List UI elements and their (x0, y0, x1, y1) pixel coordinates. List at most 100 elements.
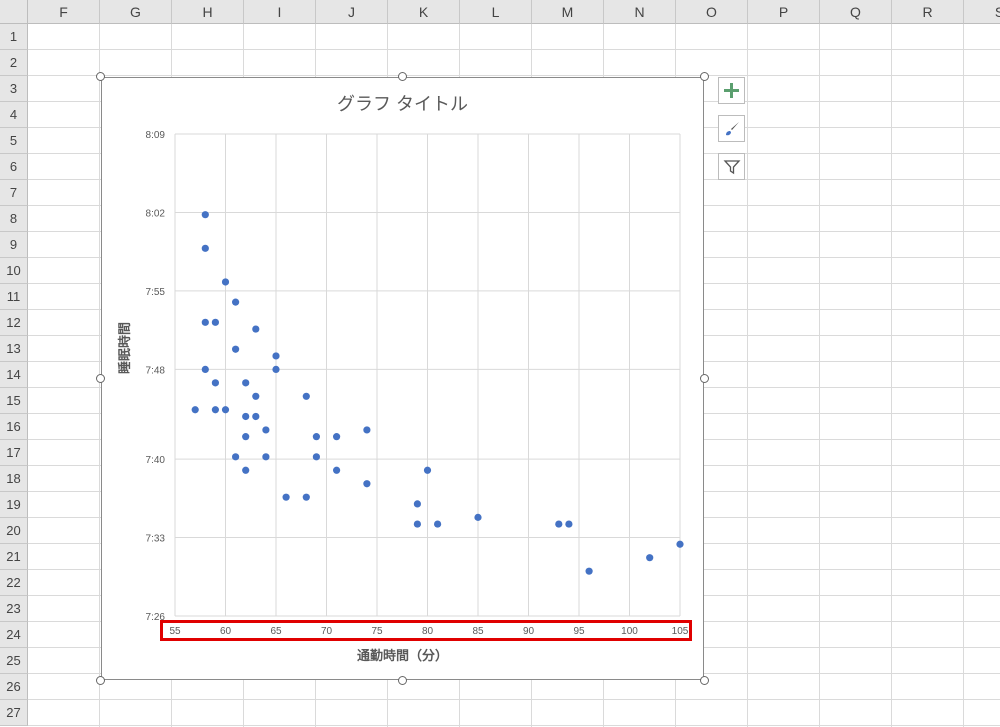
row-header[interactable]: 4 (0, 102, 28, 128)
resize-handle-bottom-right[interactable] (700, 676, 709, 685)
column-header[interactable]: R (892, 0, 964, 24)
data-point[interactable] (333, 466, 341, 474)
row-header[interactable]: 2 (0, 50, 28, 76)
row-header[interactable]: 5 (0, 128, 28, 154)
row-header[interactable]: 13 (0, 336, 28, 362)
data-point[interactable] (201, 244, 209, 252)
row-header[interactable]: 8 (0, 206, 28, 232)
select-all-corner[interactable] (0, 0, 28, 24)
scatter-chart[interactable]: グラフ タイトル 55 60 65 70 75 80 85 90 95 100 105 7:26 7:3… (101, 77, 704, 680)
column-header[interactable]: J (316, 0, 388, 24)
data-point[interactable] (262, 426, 270, 434)
column-header[interactable]: G (100, 0, 172, 24)
data-point[interactable] (242, 433, 250, 441)
column-header[interactable]: K (388, 0, 460, 24)
column-header[interactable]: S (964, 0, 1000, 24)
data-point[interactable] (646, 554, 654, 562)
row-header[interactable]: 3 (0, 76, 28, 102)
row-header[interactable]: 12 (0, 310, 28, 336)
column-header[interactable]: M (532, 0, 604, 24)
resize-handle-middle-right[interactable] (700, 374, 709, 383)
data-point[interactable] (423, 466, 432, 474)
column-header[interactable]: H (172, 0, 244, 24)
data-point[interactable] (312, 433, 320, 441)
data-point[interactable] (282, 493, 290, 501)
data-point[interactable] (242, 466, 250, 474)
column-header[interactable]: I (244, 0, 316, 24)
row-header[interactable]: 17 (0, 440, 28, 466)
data-point[interactable] (232, 298, 240, 306)
data-point[interactable] (201, 211, 209, 219)
data-point[interactable] (211, 318, 219, 326)
data-point[interactable] (262, 453, 270, 461)
data-point[interactable] (302, 493, 310, 501)
resize-handle-top-right[interactable] (700, 72, 709, 81)
data-point[interactable] (211, 406, 219, 414)
row-header[interactable]: 6 (0, 154, 28, 180)
data-point[interactable] (211, 379, 219, 387)
data-point[interactable] (232, 453, 240, 461)
data-point[interactable] (312, 453, 320, 461)
row-header[interactable]: 27 (0, 700, 28, 726)
column-header[interactable]: N (604, 0, 676, 24)
row-header[interactable]: 1 (0, 24, 28, 50)
data-point[interactable] (191, 406, 199, 414)
row-header[interactable]: 9 (0, 232, 28, 258)
resize-handle-bottom-center[interactable] (398, 676, 407, 685)
chart-elements-button[interactable] (718, 77, 745, 104)
column-header[interactable]: P (748, 0, 820, 24)
row-header[interactable]: 19 (0, 492, 28, 518)
row-header[interactable]: 22 (0, 570, 28, 596)
data-point[interactable] (363, 426, 371, 434)
data-point[interactable] (434, 520, 442, 528)
data-point[interactable] (221, 278, 230, 286)
data-point[interactable] (413, 520, 421, 528)
data-point[interactable] (363, 480, 371, 488)
data-point[interactable] (302, 392, 310, 400)
data-point[interactable] (252, 392, 260, 400)
row-header[interactable]: 26 (0, 674, 28, 700)
row-header[interactable]: 21 (0, 544, 28, 570)
data-point[interactable] (272, 365, 280, 373)
data-point[interactable] (242, 412, 250, 421)
data-point[interactable] (413, 500, 421, 508)
row-header[interactable]: 25 (0, 648, 28, 674)
resize-handle-top-left[interactable] (96, 72, 105, 81)
data-point[interactable] (232, 345, 240, 353)
data-point[interactable] (252, 412, 260, 421)
data-point[interactable] (201, 365, 209, 373)
data-point[interactable] (252, 325, 260, 333)
row-header[interactable]: 15 (0, 388, 28, 414)
column-header[interactable]: Q (820, 0, 892, 24)
column-header[interactable]: F (28, 0, 100, 24)
data-point[interactable] (676, 540, 684, 548)
row-header[interactable]: 23 (0, 596, 28, 622)
resize-handle-middle-left[interactable] (96, 374, 105, 383)
row-header[interactable]: 18 (0, 466, 28, 492)
resize-handle-bottom-left[interactable] (96, 676, 105, 685)
row-header[interactable]: 24 (0, 622, 28, 648)
data-point[interactable] (585, 567, 593, 575)
data-point[interactable] (555, 520, 563, 528)
data-point[interactable] (565, 520, 573, 528)
row-header[interactable]: 11 (0, 284, 28, 310)
row-header[interactable]: 7 (0, 180, 28, 206)
row-header[interactable]: 14 (0, 362, 28, 388)
data-point[interactable] (201, 318, 209, 326)
data-point[interactable] (272, 352, 280, 360)
column-header[interactable]: O (676, 0, 748, 24)
row-header[interactable]: 16 (0, 414, 28, 440)
data-point[interactable] (474, 513, 482, 521)
chart-filters-button[interactable] (718, 153, 745, 180)
row-header[interactable]: 20 (0, 518, 28, 544)
row-header[interactable]: 10 (0, 258, 28, 284)
resize-handle-top-center[interactable] (398, 72, 407, 81)
plot-area[interactable]: 55 60 65 70 75 80 85 90 95 100 1057:267:337:407:48… (102, 78, 703, 679)
data-point[interactable] (333, 433, 341, 441)
column-header[interactable]: L (460, 0, 532, 24)
y-axis-title[interactable]: 睡眠時間 (114, 322, 133, 374)
data-point[interactable] (242, 379, 250, 387)
chart-styles-button[interactable] (718, 115, 745, 142)
x-axis-title[interactable]: 通勤時間（分） (102, 645, 703, 664)
data-point[interactable] (221, 406, 230, 414)
